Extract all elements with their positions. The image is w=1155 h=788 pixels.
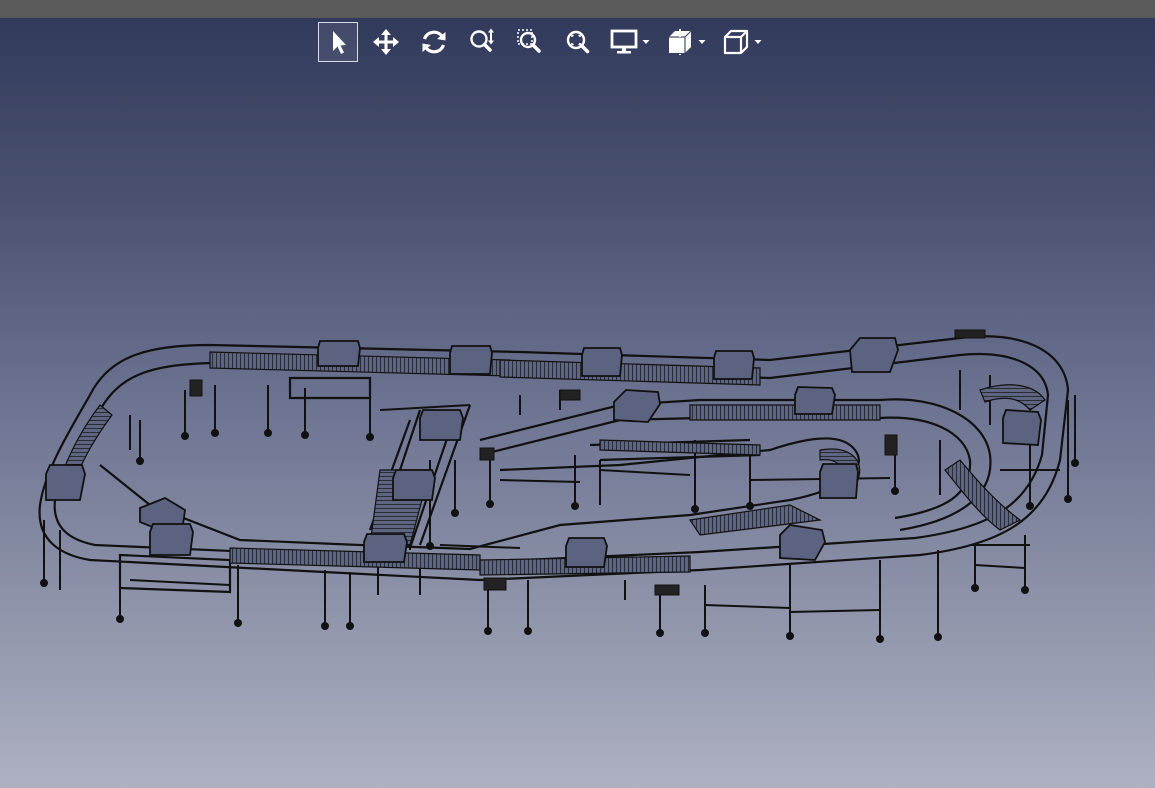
zoom-fit-icon <box>566 30 590 54</box>
window-title-bar <box>0 0 1155 18</box>
section-view-icon <box>669 29 692 55</box>
rotate-orbit-icon <box>422 30 446 54</box>
pan-move-icon <box>373 29 399 55</box>
view-orientation-dropdown[interactable] <box>754 22 766 62</box>
view-cube-icon <box>723 29 749 55</box>
chevron-down-icon <box>754 40 762 44</box>
select-tool-button[interactable] <box>318 22 358 62</box>
pan-tool-button[interactable] <box>366 22 406 62</box>
chevron-down-icon <box>642 40 650 44</box>
zoom-window-button[interactable] <box>510 22 550 62</box>
zoom-window-icon <box>517 29 541 53</box>
support-legs <box>40 370 1079 643</box>
chevron-down-icon <box>698 40 706 44</box>
zoom-fit-button[interactable] <box>558 22 598 62</box>
select-pointer-icon <box>333 31 346 54</box>
section-view-button[interactable] <box>662 22 698 62</box>
zoom-dynamic-button[interactable] <box>462 22 502 62</box>
view-toolbar <box>318 22 774 62</box>
rotate-tool-button[interactable] <box>414 22 454 62</box>
roller-beds <box>59 351 1046 576</box>
3d-viewport[interactable] <box>0 62 1155 788</box>
zoom-dynamic-icon <box>470 28 494 52</box>
section-view-dropdown[interactable] <box>698 22 710 62</box>
display-mode-dropdown[interactable] <box>642 22 654 62</box>
display-mode-icon <box>610 29 638 54</box>
display-mode-button[interactable] <box>606 22 642 62</box>
conveyor-wireframe-model <box>38 329 1079 643</box>
view-orientation-button[interactable] <box>718 22 754 62</box>
